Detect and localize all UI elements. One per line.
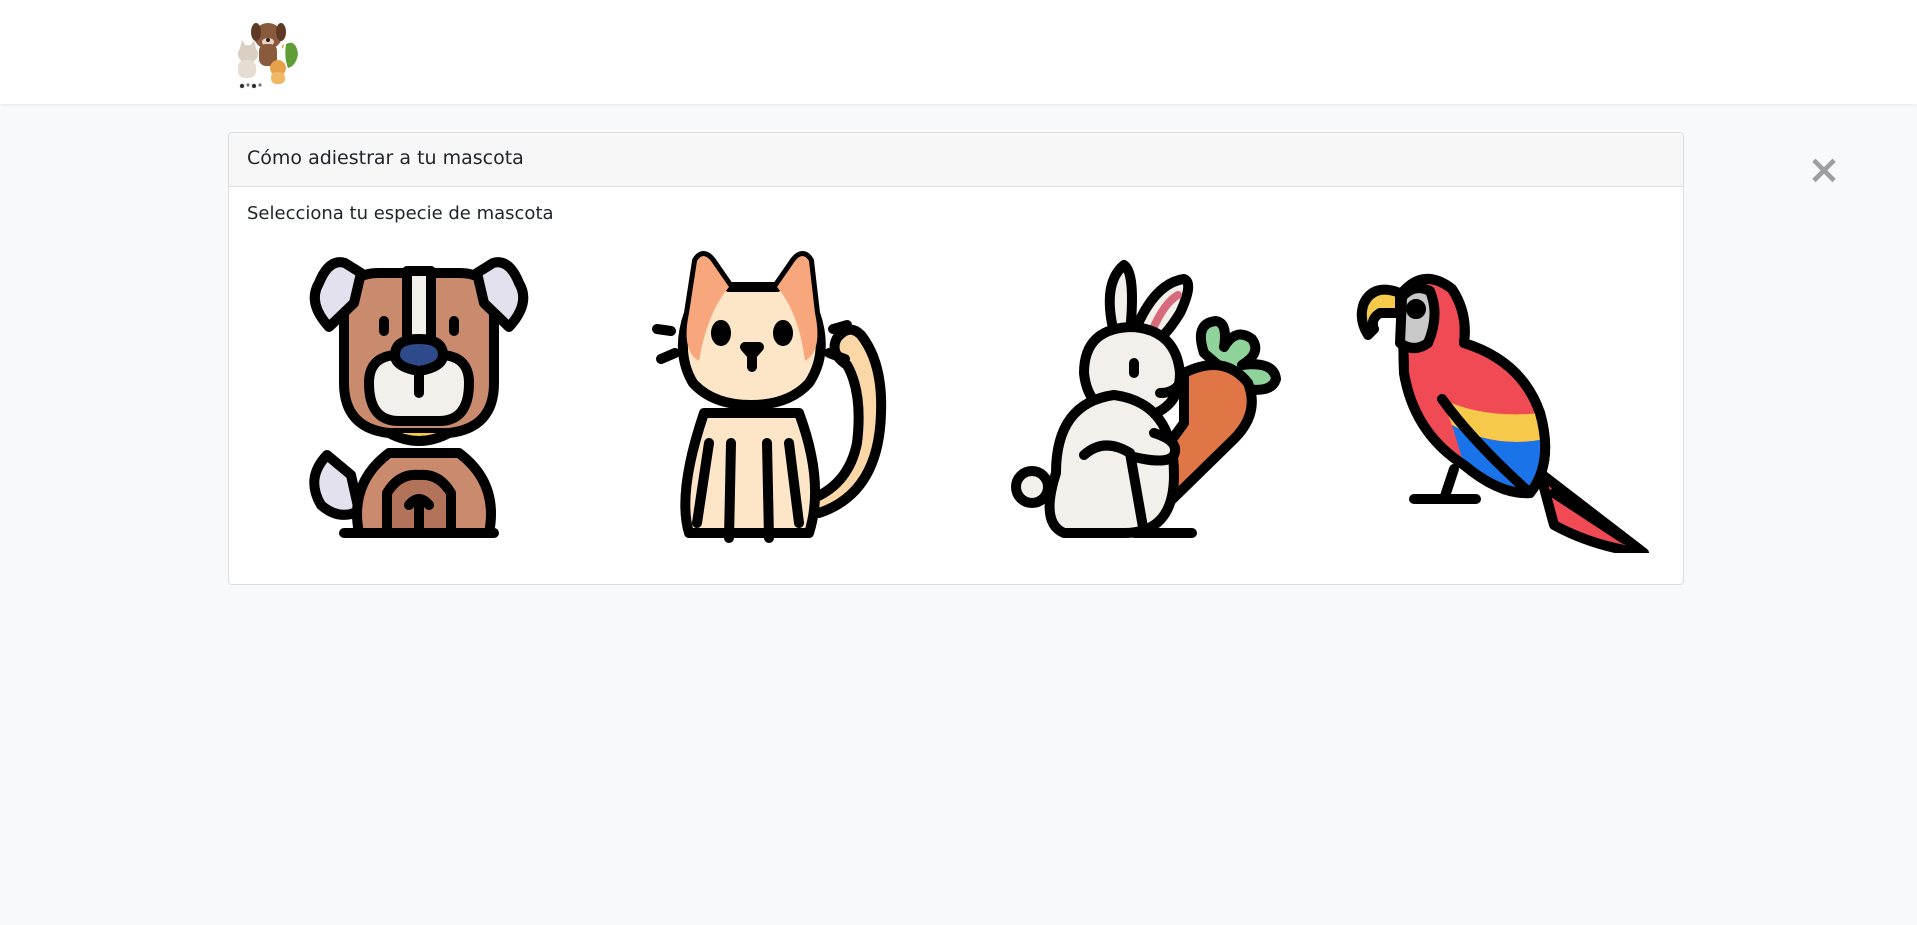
species-prompt: Selecciona tu especie de mascota (247, 203, 554, 224)
rabbit-icon (1011, 260, 1281, 538)
parrot-icon (1356, 274, 1649, 553)
cat-option[interactable] (649, 243, 899, 573)
top-navbar (0, 0, 1917, 104)
dog-icon (309, 257, 529, 538)
training-card: Cómo adiestrar a tu mascota Selecciona t… (228, 132, 1684, 585)
card-header: Cómo adiestrar a tu mascota (229, 133, 1683, 187)
card-body: Selecciona tu especie de mascota (229, 187, 1683, 224)
species-options (229, 243, 1683, 573)
card-title: Cómo adiestrar a tu mascota (247, 147, 524, 169)
pets-logo-icon[interactable] (226, 14, 306, 90)
rabbit-option[interactable] (984, 243, 1294, 573)
parrot-option[interactable] (1344, 243, 1664, 573)
dog-option[interactable] (299, 243, 539, 573)
close-button[interactable]: × (1807, 150, 1841, 190)
cat-icon (652, 251, 887, 543)
